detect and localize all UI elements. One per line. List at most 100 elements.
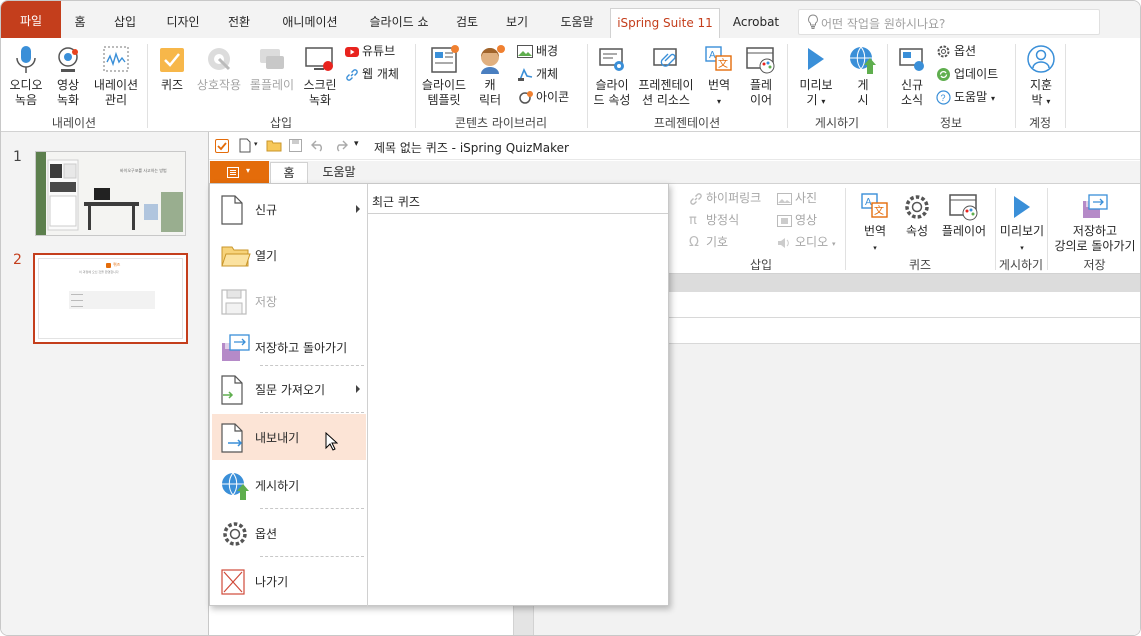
equation-button[interactable]: π 방정식 <box>689 212 739 229</box>
quiz-preview-button[interactable]: 미리보기 ▾ <box>997 192 1047 256</box>
characters-button[interactable]: 캐 릭터 <box>471 44 509 108</box>
backgrounds-button[interactable]: 배경 <box>517 43 558 59</box>
menu-item-new[interactable]: 신규 <box>212 186 366 232</box>
quizmaker-file-menu-button[interactable]: ▾ <box>210 161 269 184</box>
options-button[interactable]: 옵션 <box>936 43 976 59</box>
manage-narration-button[interactable]: 내레이션 관리 <box>89 44 143 108</box>
translate-label: 번역 <box>707 78 731 92</box>
presentation-resources-button[interactable]: 프레젠테이 션 리소스 <box>634 44 698 108</box>
icons-button[interactable]: 아이콘 <box>517 89 569 105</box>
slide-thumbnail-1[interactable]: 바이오구포를 사고하는 방법 <box>35 151 186 236</box>
quizmaker-tab-bar: ▾ 홈 도움말 <box>209 161 1140 184</box>
publish-globe-icon <box>222 472 249 500</box>
preview-button[interactable]: 미리보 기 ▾ <box>796 44 836 109</box>
roleplay-button[interactable]: 롤플레이 <box>246 44 298 93</box>
save-and-return-button[interactable]: 저장하고 강의로 돌아가기 <box>1049 192 1140 254</box>
menu-item-save-and-return[interactable]: 저장하고 돌아가기 <box>212 324 366 370</box>
help-button[interactable]: ? 도움말 ▾ <box>936 89 995 107</box>
quizmaker-tab-home[interactable]: 홈 <box>270 162 308 184</box>
menu-item-open[interactable]: 열기 <box>212 232 366 278</box>
picture-label: 사진 <box>795 191 818 205</box>
update-button[interactable]: 업데이트 <box>936 66 998 82</box>
save-disk-icon[interactable] <box>289 139 302 152</box>
quiz-button[interactable]: 퀴즈 <box>153 44 191 93</box>
open-folder-icon[interactable] <box>266 139 282 152</box>
tab-design[interactable]: 디자인 <box>157 8 209 38</box>
dropdown-caret-icon: ▾ <box>246 166 251 175</box>
tab-review[interactable]: 검토 <box>449 8 485 38</box>
slide-templates-button[interactable]: 슬라이드 템플릿 <box>418 44 470 108</box>
close-exit-icon <box>221 569 245 595</box>
app-window: 파일 홈 삽입 디자인 전환 애니메이션 슬라이드 쇼 검토 보기 도움말 iS… <box>0 0 1141 636</box>
slide-properties-button[interactable]: 슬라이 드 속성 <box>589 44 635 108</box>
tab-file[interactable]: 파일 <box>1 1 61 38</box>
manage-narration-label-1: 내레이션 <box>93 78 139 92</box>
characters-label-2: 릭터 <box>478 93 502 107</box>
tab-slideshow[interactable]: 슬라이드 쇼 <box>361 8 437 38</box>
player-label-1: 플레 <box>749 78 773 92</box>
tab-ispring-suite[interactable]: iSpring Suite 11 <box>610 8 720 38</box>
objects-button[interactable]: 개체 <box>517 66 558 82</box>
menu-item-options[interactable]: 옵션 <box>212 510 366 556</box>
customize-toolbar-icon[interactable]: ▾ <box>354 139 359 149</box>
tab-acrobat[interactable]: Acrobat <box>727 8 785 38</box>
translate-icon: A文 <box>705 46 732 71</box>
menu-item-exit[interactable]: 나가기 <box>212 558 366 604</box>
hyperlink-button[interactable]: 하이퍼링크 <box>689 190 761 206</box>
quiz-properties-button[interactable]: 속성 <box>899 192 935 239</box>
picture-button[interactable]: 사진 <box>777 190 817 206</box>
quizmaker-group-save-label: 저장 <box>1083 258 1106 272</box>
tab-animations[interactable]: 애니메이션 <box>271 8 349 38</box>
tell-me-search[interactable]: 어떤 작업을 원하시나요? <box>798 9 1100 35</box>
tab-view[interactable]: 보기 <box>499 8 535 38</box>
save-return-label-1: 저장하고 <box>1072 224 1118 238</box>
translate-button[interactable]: A文 번역 ▾ <box>701 44 737 109</box>
interaction-button[interactable]: 상호작용 <box>193 44 245 93</box>
background-image-icon <box>517 45 533 58</box>
new-file-icon[interactable] <box>239 138 251 153</box>
preview-label-2: 기 <box>806 93 818 107</box>
menu-label-import-questions: 질문 가져오기 <box>255 383 326 397</box>
quiz-translate-button[interactable]: A文 번역 ▾ <box>857 192 893 256</box>
quiz-player-button[interactable]: 플레이어 <box>939 192 989 239</box>
symbol-button[interactable]: Ω 기호 <box>689 234 728 251</box>
tab-transitions[interactable]: 전환 <box>221 8 257 38</box>
dropdown-caret-icon: ▾ <box>1020 244 1024 252</box>
tab-help[interactable]: 도움말 <box>551 8 603 38</box>
help-label: 도움말 <box>954 90 988 104</box>
account-button[interactable]: 지훈 박 ▾ <box>1021 44 1061 109</box>
whats-new-button[interactable]: 신규 소식 <box>893 44 931 108</box>
backgrounds-label: 배경 <box>536 44 559 58</box>
record-audio-button[interactable]: 오디오 녹음 <box>6 44 46 108</box>
quizmaker-tab-help[interactable]: 도움말 <box>315 162 363 184</box>
tab-insert[interactable]: 삽입 <box>107 8 143 38</box>
record-video-button[interactable]: 영상 녹화 <box>49 44 87 108</box>
menu-item-publish[interactable]: 게시하기 <box>212 462 366 508</box>
undo-icon[interactable] <box>311 139 326 152</box>
export-document-icon <box>221 423 243 453</box>
redo-icon[interactable] <box>333 139 348 152</box>
audio-button[interactable]: 오디오 ▾ <box>777 234 835 252</box>
tab-home[interactable]: 홈 <box>65 8 95 38</box>
dropdown-caret-icon[interactable]: ▾ <box>254 140 258 148</box>
slide-properties-icon <box>599 48 624 71</box>
slide-thumbnail-2-selected[interactable]: 퀴즈 이 과정에 오신 것을 환영합니다 <box>33 253 188 344</box>
slide-1-title: 바이오구포를 사고하는 방법 <box>120 168 167 173</box>
menu-item-import-questions[interactable]: 질문 가져오기 <box>212 366 366 412</box>
menu-item-export[interactable]: 내보내기 <box>212 414 366 460</box>
menu-item-save[interactable]: 저장 <box>212 278 366 324</box>
play-preview-icon <box>808 48 824 70</box>
web-object-button[interactable]: 웹 개체 <box>345 66 399 82</box>
youtube-button[interactable]: 유튜브 <box>345 43 395 59</box>
dropdown-caret-icon: ▾ <box>1046 97 1051 106</box>
slide-2-answer-line <box>71 306 83 307</box>
news-icon <box>899 48 924 71</box>
gear-icon <box>223 522 247 546</box>
screen-record-button[interactable]: 스크린 녹화 <box>299 44 341 108</box>
publish-button[interactable]: 게 시 <box>843 44 883 108</box>
player-button[interactable]: 플레 이어 <box>741 44 781 108</box>
group-insert-label: 삽입 <box>269 116 293 130</box>
icons-library-icon <box>519 90 533 104</box>
menu-label-publish: 게시하기 <box>255 479 300 493</box>
video-button[interactable]: 영상 <box>777 212 817 228</box>
